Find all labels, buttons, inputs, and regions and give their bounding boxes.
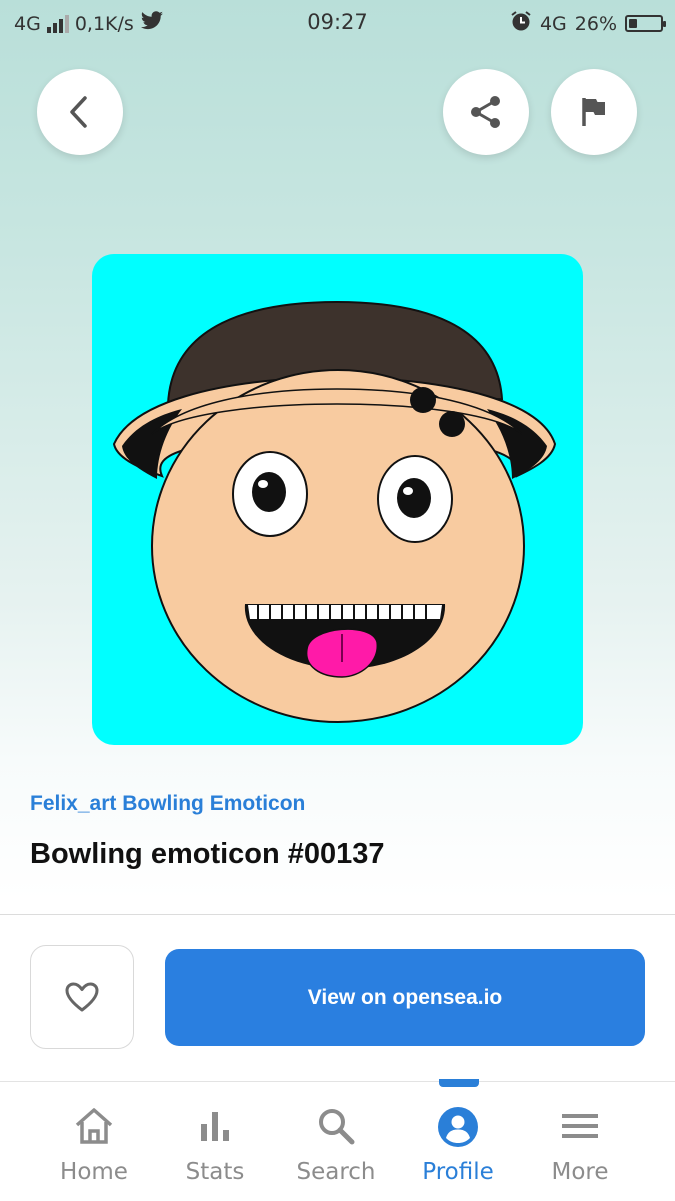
battery-icon [625,15,666,32]
alarm-icon [510,10,532,37]
share-button[interactable] [443,69,529,155]
search-icon [319,1109,355,1145]
emoticon-artwork [112,300,557,723]
network-type-right: 4G [539,12,567,35]
nav-search[interactable]: Search [276,1082,396,1201]
nav-stats-label: Stats [185,1159,245,1185]
like-button[interactable] [30,945,134,1049]
nft-title: Bowling emoticon #00137 [30,838,385,870]
nav-profile[interactable]: Profile [398,1082,518,1201]
share-icon [471,96,500,128]
nav-search-label: Search [296,1159,376,1185]
profile-icon [438,1107,478,1147]
nav-home-label: Home [60,1159,128,1185]
bottom-nav: Home Stats Search Profile More [0,1079,675,1201]
collection-name[interactable]: Felix_art Bowling Emoticon [30,792,305,816]
battery-percent: 26% [574,12,617,35]
nav-profile-label: Profile [422,1159,494,1185]
nav-more[interactable]: More [520,1082,640,1201]
menu-icon [562,1114,598,1138]
home-icon [75,1108,113,1144]
nav-more-label: More [551,1159,609,1185]
status-right: 4G 26% [510,10,666,37]
heart-icon [65,982,99,1012]
battery-fill [629,19,637,28]
report-button[interactable] [551,69,637,155]
status-bar: 4G 0,1K/s 09:27 4G 26% [0,0,675,46]
back-button[interactable] [37,69,123,155]
nft-artwork[interactable] [92,254,583,745]
view-on-opensea-button[interactable]: View on opensea.io [165,949,645,1046]
stats-icon [201,1112,229,1141]
chevron-left-icon [70,96,87,128]
nav-stats[interactable]: Stats [155,1082,275,1201]
flag-icon [582,98,605,126]
nav-home[interactable]: Home [34,1082,154,1201]
